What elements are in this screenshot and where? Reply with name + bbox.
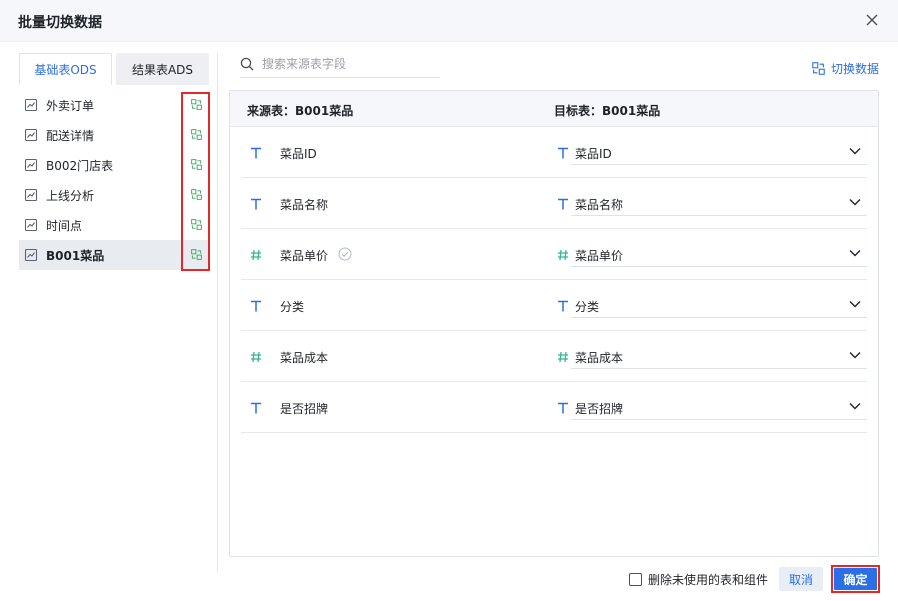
source-field-name: 菜品成本 [280, 351, 329, 365]
search-icon [240, 57, 254, 70]
ok-button[interactable]: 确定 [834, 568, 877, 590]
target-field-select[interactable]: 菜品ID [571, 139, 867, 165]
chart-icon [24, 158, 38, 172]
switch-data-label: 切换数据 [830, 62, 879, 76]
text-type-icon [558, 147, 568, 159]
switch-data-icon [812, 62, 825, 75]
table-item[interactable]: B002门店表 [19, 150, 209, 180]
search-input[interactable] [262, 56, 432, 71]
mapping-header: 来源表：B001菜品 目标表：B001菜品 [230, 91, 878, 127]
text-type-icon [251, 147, 261, 159]
number-type-icon [251, 351, 261, 363]
number-type-icon [251, 249, 261, 261]
target-field-select[interactable]: 菜品成本 [571, 343, 867, 369]
chevron-down-icon [849, 199, 861, 206]
target-field-value: 菜品单价 [575, 249, 624, 263]
source-field-name: 是否招牌 [280, 402, 329, 416]
mapping-row: 菜品单价 菜品单价 [241, 229, 867, 280]
chevron-down-icon [849, 403, 861, 410]
target-field-select[interactable]: 菜品单价 [571, 241, 867, 267]
search-field [240, 50, 440, 78]
cancel-button[interactable]: 取消 [779, 567, 823, 591]
tab-ads[interactable]: 结果表ADS [116, 53, 209, 85]
chart-icon [24, 98, 38, 112]
target-field-value: 菜品ID [575, 147, 612, 161]
divider [217, 53, 218, 573]
target-field-select[interactable]: 菜品名称 [571, 190, 867, 216]
table-item-label: 外卖订单 [46, 98, 95, 113]
delete-unused-checkbox[interactable]: 删除未使用的表和组件 [629, 571, 768, 588]
source-field-name: 菜品单价 [280, 249, 329, 263]
target-field-select[interactable]: 分类 [571, 292, 867, 318]
source-field-name: 菜品ID [280, 147, 317, 161]
mapping-row: 菜品成本 菜品成本 [241, 331, 867, 382]
chart-icon [24, 188, 38, 202]
tab-ods[interactable]: 基础表ODS [19, 53, 112, 85]
chart-icon [24, 218, 38, 232]
table-item[interactable]: 时间点 [19, 210, 209, 240]
text-type-icon [558, 300, 568, 312]
source-field-name: 菜品名称 [280, 198, 329, 212]
source-field-name: 分类 [280, 300, 305, 314]
chevron-down-icon [849, 352, 861, 359]
target-field-select[interactable]: 是否招牌 [571, 394, 867, 420]
table-item[interactable]: 外卖订单 [19, 90, 209, 120]
checkbox-box[interactable] [629, 573, 642, 586]
switch-source-icon[interactable] [191, 249, 202, 260]
switch-source-icon[interactable] [191, 159, 202, 170]
switch-source-icon[interactable] [191, 129, 202, 140]
number-type-icon [558, 249, 568, 261]
chart-icon [24, 128, 38, 142]
dialog-title: 批量切换数据 [18, 15, 102, 31]
field-mapping-panel: 来源表：B001菜品 目标表：B001菜品 菜品ID 菜品ID 菜品名称 菜品名… [229, 90, 879, 557]
table-item-label: 时间点 [46, 218, 83, 233]
switch-source-icon[interactable] [191, 99, 202, 110]
switch-data-button[interactable]: 切换数据 [812, 60, 879, 77]
chevron-down-icon [849, 148, 861, 155]
target-field-value: 菜品名称 [575, 198, 624, 212]
chevron-down-icon [849, 301, 861, 308]
table-item[interactable]: 上线分析 [19, 180, 209, 210]
mapping-row: 菜品ID 菜品ID [241, 127, 867, 178]
switch-source-icon[interactable] [191, 219, 202, 230]
target-field-value: 是否招牌 [575, 402, 624, 416]
target-field-value: 菜品成本 [575, 351, 624, 365]
target-table-header: 目标表：B001菜品 [554, 104, 661, 118]
table-item-label: B002门店表 [46, 158, 114, 173]
mapping-row: 是否招牌 是否招牌 [241, 382, 867, 433]
table-item-selected[interactable]: B001菜品 [19, 240, 209, 270]
number-type-icon [558, 351, 568, 363]
table-list: 外卖订单 配送详情 B002门店表 上线分析 时间点 B001菜品 [19, 90, 209, 270]
source-table-header: 来源表：B001菜品 [247, 104, 354, 118]
text-type-icon [558, 198, 568, 210]
text-type-icon [251, 300, 261, 312]
table-item-label: B001菜品 [46, 248, 105, 263]
table-item-label: 上线分析 [46, 188, 95, 203]
mapping-row: 菜品名称 菜品名称 [241, 178, 867, 229]
switch-source-icon[interactable] [191, 189, 202, 200]
chart-icon [24, 248, 38, 262]
ok-button-highlight: 确定 [831, 565, 880, 593]
close-icon[interactable] [864, 12, 880, 28]
check-circle-icon [338, 247, 352, 261]
chevron-down-icon [849, 250, 861, 257]
text-type-icon [558, 402, 568, 414]
dialog-header: 批量切换数据 [0, 0, 898, 42]
delete-unused-label: 删除未使用的表和组件 [648, 573, 769, 587]
text-type-icon [251, 402, 261, 414]
mapping-row: 分类 分类 [241, 280, 867, 331]
table-item[interactable]: 配送详情 [19, 120, 209, 150]
table-item-label: 配送详情 [46, 128, 95, 143]
target-field-value: 分类 [575, 300, 600, 314]
text-type-icon [251, 198, 261, 210]
